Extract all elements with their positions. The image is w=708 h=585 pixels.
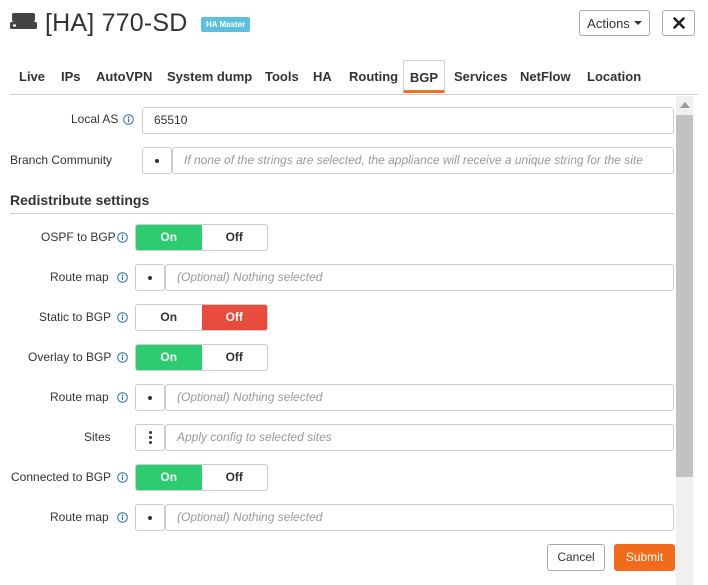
info-icon[interactable] bbox=[117, 352, 128, 363]
overlay-route-map-dropdown-button[interactable] bbox=[135, 384, 165, 411]
info-icon[interactable] bbox=[117, 512, 128, 523]
ospf-on-option[interactable]: On bbox=[136, 225, 202, 250]
connected-on-option[interactable]: On bbox=[136, 465, 202, 490]
section-divider bbox=[10, 213, 674, 214]
submit-button[interactable]: Submit bbox=[614, 544, 675, 571]
overlay-to-bgp-toggle[interactable]: On Off bbox=[135, 344, 268, 371]
dot-icon bbox=[155, 158, 159, 163]
page-title: [HA] 770-SD bbox=[45, 9, 188, 37]
info-icon[interactable] bbox=[123, 114, 134, 125]
overlay-route-map-placeholder: (Optional) Nothing selected bbox=[177, 390, 323, 404]
info-icon[interactable] bbox=[117, 392, 128, 403]
dot-icon bbox=[148, 515, 152, 520]
caret-down-icon bbox=[633, 21, 642, 25]
info-icon[interactable] bbox=[117, 232, 128, 243]
connected-route-map-select[interactable]: (Optional) Nothing selected bbox=[165, 504, 674, 531]
overlay-route-map-label: Route map bbox=[50, 390, 109, 404]
dot-icon bbox=[148, 395, 152, 400]
info-icon[interactable] bbox=[117, 472, 128, 483]
tab-ips[interactable]: IPs bbox=[61, 60, 81, 93]
tab-bgp[interactable]: BGP bbox=[403, 60, 445, 93]
overlay-on-option[interactable]: On bbox=[136, 345, 202, 370]
branch-community-label: Branch Community bbox=[10, 153, 113, 167]
local-as-input[interactable]: 65510 bbox=[142, 107, 674, 134]
tab-services[interactable]: Services bbox=[454, 60, 508, 93]
static-on-option[interactable]: On bbox=[136, 305, 202, 330]
branch-community-dropdown-button[interactable] bbox=[142, 147, 172, 174]
vertical-dots-icon bbox=[148, 431, 152, 444]
tab-location[interactable]: Location bbox=[587, 60, 641, 93]
cancel-button[interactable]: Cancel bbox=[547, 544, 605, 571]
actions-label: Actions bbox=[587, 15, 630, 31]
ospf-to-bgp-toggle[interactable]: On Off bbox=[135, 224, 268, 251]
static-off-option[interactable]: Off bbox=[201, 305, 267, 330]
static-to-bgp-toggle[interactable]: On Off bbox=[135, 304, 268, 331]
ospf-to-bgp-label: OSPF to BGP bbox=[41, 230, 116, 244]
connected-off-option[interactable]: Off bbox=[202, 465, 268, 490]
connected-route-map-dropdown-button[interactable] bbox=[135, 504, 165, 531]
ospf-route-map-label: Route map bbox=[50, 270, 109, 284]
tab-ha[interactable]: HA bbox=[313, 60, 332, 93]
overlay-to-bgp-label: Overlay to BGP bbox=[28, 350, 112, 364]
appliance-icon bbox=[10, 13, 37, 29]
scroll-up-arrow-icon[interactable] bbox=[680, 102, 690, 108]
tab-tools[interactable]: Tools bbox=[265, 60, 299, 93]
info-icon[interactable] bbox=[117, 272, 128, 283]
branch-community-input[interactable]: If none of the strings are selected, the… bbox=[172, 147, 674, 174]
sites-select[interactable]: Apply config to selected sites bbox=[165, 424, 674, 451]
tab-autovpn[interactable]: AutoVPN bbox=[96, 60, 152, 93]
branch-community-placeholder: If none of the strings are selected, the… bbox=[184, 153, 643, 167]
dot-icon bbox=[148, 275, 152, 280]
local-as-label: Local AS bbox=[71, 112, 119, 126]
actions-dropdown-button[interactable]: Actions bbox=[579, 10, 650, 36]
info-icon[interactable] bbox=[117, 312, 128, 323]
redistribute-settings-heading: Redistribute settings bbox=[10, 192, 150, 208]
tab-system-dump[interactable]: System dump bbox=[167, 60, 252, 93]
tab-netflow[interactable]: NetFlow bbox=[520, 60, 571, 93]
sites-menu-button[interactable] bbox=[135, 424, 165, 451]
overlay-off-option[interactable]: Off bbox=[202, 345, 268, 370]
ospf-off-option[interactable]: Off bbox=[202, 225, 268, 250]
ospf-route-map-dropdown-button[interactable] bbox=[135, 264, 165, 291]
tab-live[interactable]: Live bbox=[19, 60, 45, 93]
static-to-bgp-label: Static to BGP bbox=[39, 310, 112, 324]
ospf-route-map-select[interactable]: (Optional) Nothing selected bbox=[165, 264, 674, 291]
connected-route-map-label: Route map bbox=[50, 510, 109, 524]
connected-to-bgp-label: Connected to BGP bbox=[11, 470, 112, 484]
ospf-route-map-placeholder: (Optional) Nothing selected bbox=[177, 270, 323, 284]
close-icon bbox=[672, 17, 685, 29]
connected-to-bgp-toggle[interactable]: On Off bbox=[135, 464, 268, 491]
connected-route-map-placeholder: (Optional) Nothing selected bbox=[177, 510, 323, 524]
overlay-route-map-select[interactable]: (Optional) Nothing selected bbox=[165, 384, 674, 411]
sites-label: Sites bbox=[84, 430, 111, 444]
tab-routing[interactable]: Routing bbox=[349, 60, 398, 93]
sites-placeholder: Apply config to selected sites bbox=[177, 430, 332, 444]
scrollbar-thumb[interactable] bbox=[676, 115, 693, 477]
ha-status-badge: HA Master bbox=[201, 17, 251, 32]
close-button[interactable] bbox=[662, 10, 695, 36]
tab-bar: Live IPs AutoVPN System dump Tools HA Ro… bbox=[10, 60, 698, 95]
